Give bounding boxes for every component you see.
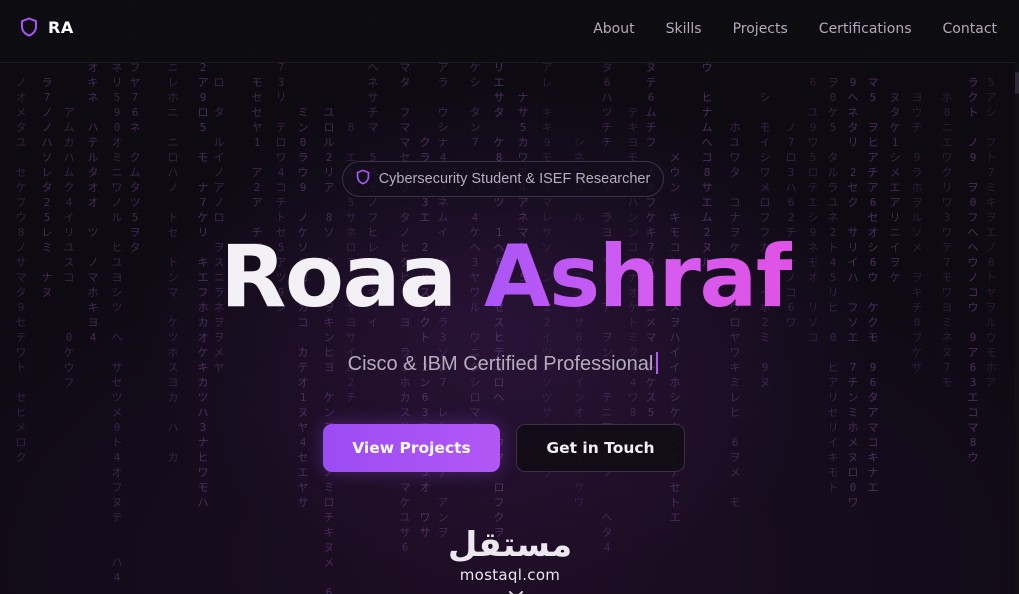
scrollbar-thumb[interactable] (1015, 72, 1019, 94)
hero-page: ノ オ メ タ ユ セ ケ フ ウ 8 ノ サ マ タ 9 セ テ ワ ト セ … (0, 0, 1019, 594)
nav-link-contact[interactable]: Contact (943, 21, 997, 37)
nav-link-certifications[interactable]: Certifications (819, 21, 912, 37)
nav-links: About Skills Projects Certifications Con… (593, 0, 997, 58)
nav-link-skills[interactable]: Skills (666, 21, 702, 37)
hero-title: Roaa Ashraf (0, 222, 1012, 332)
mostaql-watermark: مستقل mostaql.com (430, 520, 590, 584)
shield-icon (356, 169, 370, 189)
shield-icon (20, 17, 38, 37)
hero-first-name: Roaa (220, 227, 457, 327)
view-projects-button[interactable]: View Projects (323, 424, 500, 472)
mostaql-logo-text: مستقل (448, 525, 572, 565)
brand-logo[interactable]: RA (20, 17, 74, 37)
brand-name: RA (48, 17, 74, 37)
hero-subtitle: Cisco & IBM Certified Professional (0, 352, 1006, 376)
typing-cursor (656, 352, 659, 374)
scrollbar-track[interactable] (1015, 62, 1019, 594)
badge-text: Cybersecurity Student & ISEF Researcher (378, 171, 651, 187)
navbar: RA About Skills Projects Certifications … (0, 0, 1019, 63)
get-in-touch-button[interactable]: Get in Touch (516, 424, 685, 472)
hero-badge: Cybersecurity Student & ISEF Researcher (342, 161, 664, 197)
subtitle-text: Cisco & IBM Certified Professional (347, 353, 654, 375)
chevron-down-icon[interactable] (508, 585, 524, 594)
mostaql-logo: مستقل (448, 525, 572, 565)
hero-last-name: Ashraf (483, 227, 793, 327)
nav-link-about[interactable]: About (593, 21, 634, 37)
mostaql-site: mostaql.com (459, 566, 561, 584)
nav-link-projects[interactable]: Projects (733, 21, 788, 37)
